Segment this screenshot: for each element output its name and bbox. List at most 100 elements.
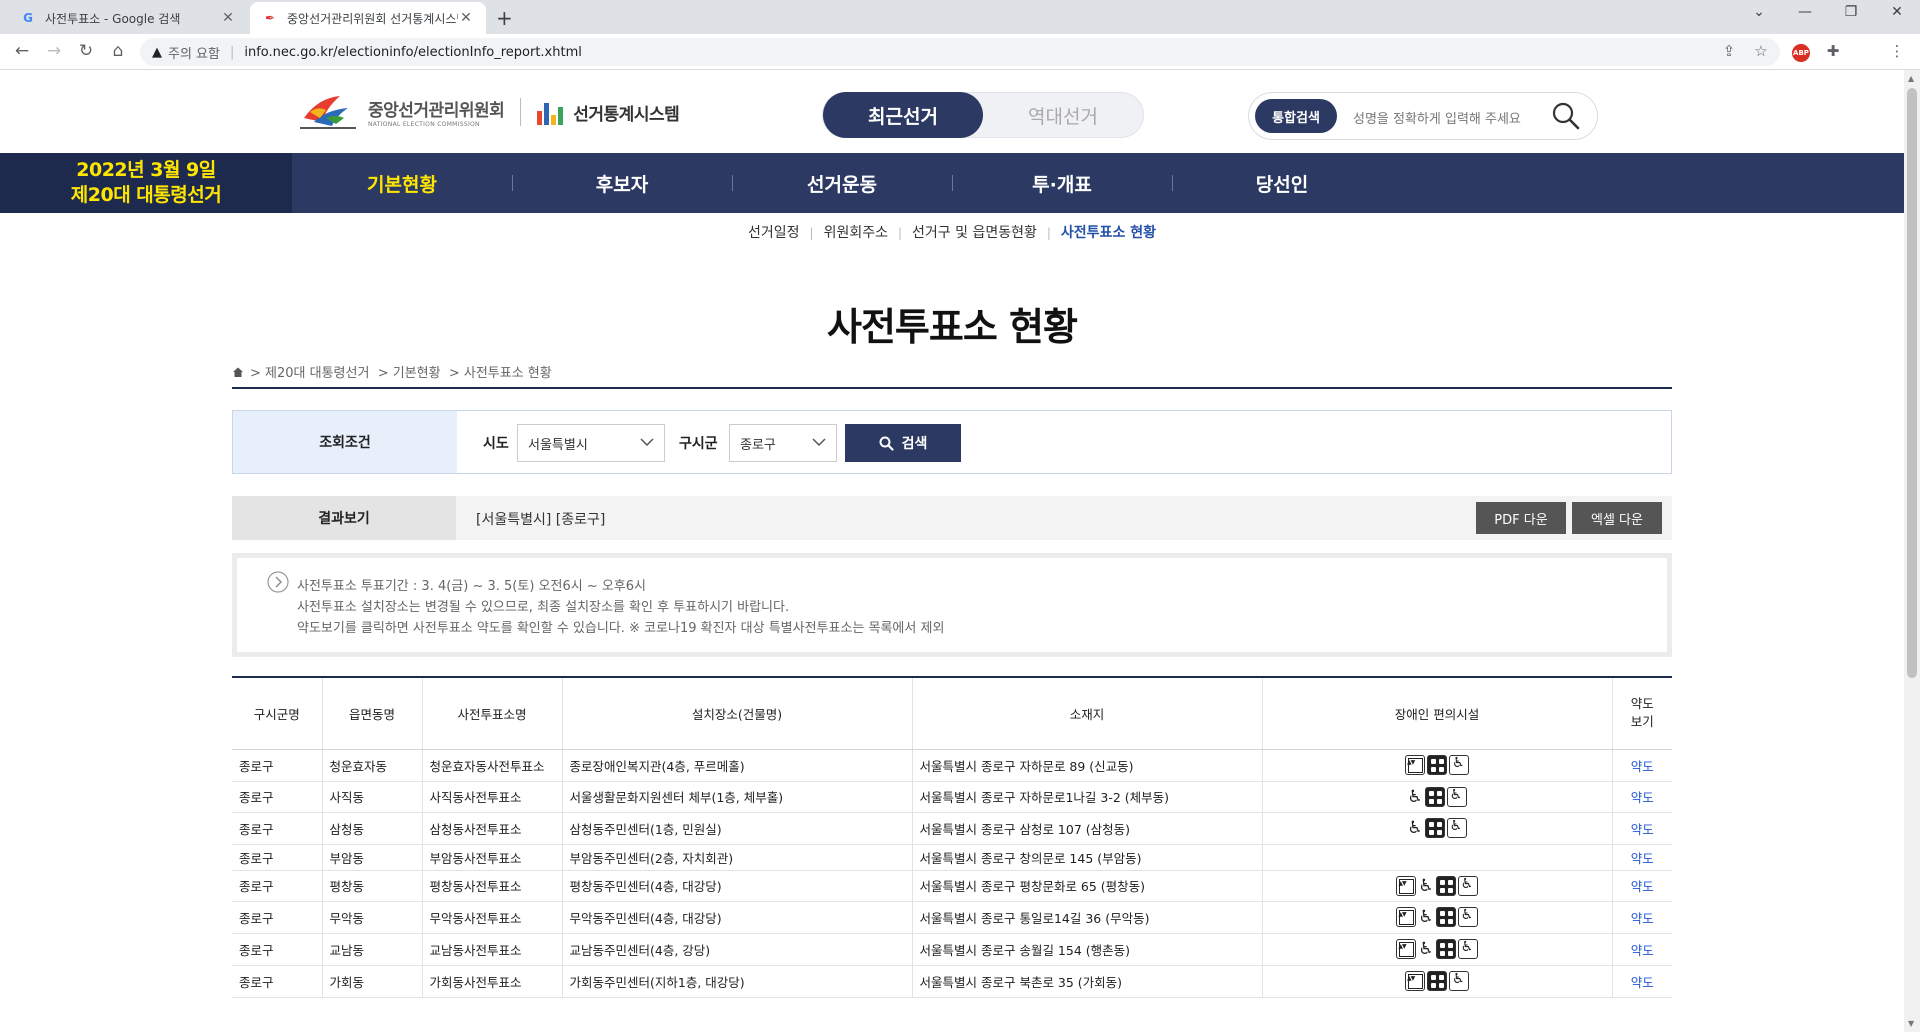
search-button[interactable]: 검색 [845,424,961,462]
early-voting-table: 구시군명 읍면동명 사전투표소명 설치장소(건물명) 소재지 장애인 편의시설 … [232,676,1672,998]
forward-icon[interactable]: → [42,41,66,61]
breadcrumb-item[interactable]: > 기본현황 [378,362,441,381]
map-link[interactable]: 약도 [1631,879,1654,894]
scroll-up-icon[interactable]: ▲ [1908,74,1914,83]
map-link[interactable]: 약도 [1631,851,1654,866]
cell-station-name: 평창동사전투표소 [422,870,563,902]
pdf-download-button[interactable]: PDF 다운 [1476,502,1566,534]
nav-item-voting-counting[interactable]: 투·개표 [952,153,1172,213]
cell-dong: 평창동 [322,870,423,902]
excel-download-button[interactable]: 엑셀 다운 [1572,502,1662,534]
back-icon[interactable]: ← [10,41,34,61]
map-link[interactable]: 약도 [1631,759,1654,774]
cell-station-name: 무악동사전투표소 [422,901,563,934]
nav-item-basic-status[interactable]: 기본현황 [292,153,512,213]
sido-select[interactable]: 서울특별시 [517,424,665,462]
new-tab-icon[interactable]: + [496,6,513,30]
share-icon[interactable]: ⇪ [1718,42,1740,60]
warning-icon: ▲ [152,44,162,60]
map-link[interactable]: 약도 [1631,943,1654,958]
cell-address: 서울특별시 종로구 평창문화로 65 (평창동) [912,870,1263,902]
nav-item-winners[interactable]: 당선인 [1172,153,1392,213]
wheelchair-icon [1457,907,1478,927]
election-date: 2022년 3월 9일 [76,159,216,181]
cell-dong: 무악동 [322,901,423,934]
search-button-label: 검색 [901,436,928,452]
table-row: 종로구 청운효자동 청운효자동사전투표소 종로장애인복지관(4층, 푸르메홀) 서울특별… [232,749,1672,782]
page-title: 사전투표소 현황 [827,305,1078,349]
vertical-scrollbar[interactable]: ▲ ▼ [1904,70,1920,1032]
adblock-plus-icon[interactable]: ABP [1792,44,1810,62]
wheelchair-access-icon: ♿ [1418,939,1434,959]
home-icon[interactable]: ⌂ [106,41,130,61]
cell-gusigun: 종로구 [232,965,323,998]
past-election-tab[interactable]: 역대선거 [983,93,1143,137]
global-search[interactable]: 통합검색 성명을 정확하게 입력해 주세요 [1248,92,1598,140]
cell-dong: 사직동 [322,781,423,813]
cell-station-name: 교남동사전투표소 [422,933,563,966]
nav-item-candidates[interactable]: 후보자 [512,153,732,213]
close-tab-icon[interactable]: ✕ [220,10,236,26]
cell-place: 서울생활문화지원센터 체부(1층, 체부홀) [562,781,913,813]
wheelchair-icon [1457,939,1478,959]
browser-tab-google[interactable]: G 사전투표소 - Google 검색 ✕ [8,2,248,34]
scrollbar-thumb[interactable] [1907,88,1917,678]
subnav-item-early-voting[interactable]: 사전투표소 현황 [1061,222,1156,242]
close-window-icon[interactable]: ✕ [1882,4,1912,20]
security-label[interactable]: 주의 요함 [168,43,220,62]
table-row: 종로구 교남동 교남동사전투표소 교남동주민센터(4층, 강당) 서울특별시 종로구 송… [232,933,1672,966]
cell-station-name: 청운효자동사전투표소 [422,749,563,782]
close-tab-icon[interactable]: ✕ [458,10,474,26]
table-row: 종로구 무악동 무악동사전투표소 무악동주민센터(4층, 대강당) 서울특별시 종로구 … [232,901,1672,934]
browser-tab-nec[interactable]: ✒ 중앙선거관리위원회 선거통계시스템 ✕ [250,2,486,34]
map-link[interactable]: 약도 [1631,975,1654,990]
subnav-item-schedule[interactable]: 선거일정 [748,222,800,242]
cell-gusigun: 종로구 [232,844,323,871]
result-bar: 결과보기 [서울특별시] [종로구] PDF 다운 엑셀 다운 [232,496,1672,540]
gusigun-select[interactable]: 종로구 [729,424,837,462]
menu-kebab-icon[interactable]: ⋮ [1886,42,1908,60]
result-bar-header: 결과보기 [232,496,456,540]
elevator-icon [1396,907,1417,927]
cell-address: 서울특별시 종로구 송월길 154 (행촌동) [912,933,1263,966]
sido-label: 시도 [483,436,509,452]
breadcrumb-item[interactable]: > 제20대 대통령선거 [250,362,369,381]
scroll-down-icon[interactable]: ▼ [1908,1019,1914,1028]
recent-election-tab[interactable]: 최근선거 [823,92,983,138]
breadcrumb-item[interactable]: > 사전투표소 현황 [449,362,552,381]
search-icon[interactable] [1551,101,1581,131]
tab-title: 중앙선거관리위원회 선거통계시스템 [287,11,458,26]
column-header: 설치장소(건물명) [562,676,913,750]
table-row: 종로구 가회동 가회동사전투표소 가회동주민센터(지하1층, 대강당) 서울특별시 종로… [232,965,1672,998]
cell-place: 평창동주민센터(4층, 대강당) [562,870,913,902]
reload-icon[interactable]: ↻ [74,41,98,61]
map-link[interactable]: 약도 [1631,790,1654,805]
election-period-toggle: 최근선거 역대선거 [822,92,1144,138]
restore-icon[interactable]: ❐ [1836,4,1866,20]
tab-search-chevron-icon[interactable]: ⌄ [1744,4,1774,20]
statistics-bars-icon [537,99,567,125]
global-search-input[interactable]: 성명을 정확하게 입력해 주세요 [1353,108,1521,127]
site-logo[interactable]: 중앙선거관리위원회 NATIONAL ELECTION COMMISSION 선… [296,88,680,136]
bookmark-star-icon[interactable]: ☆ [1750,42,1772,60]
subnav-item-districts[interactable]: 선거구 및 읍면동현황 [912,222,1037,242]
minimize-icon[interactable]: — [1790,4,1820,20]
subnav-item-committee-address[interactable]: 위원회주소 [824,222,888,242]
url-field[interactable]: ▲ 주의 요함 | info.nec.go.kr/electioninfo/el… [140,38,1780,66]
divider: | [898,226,903,240]
cell-map: 약도 [1612,812,1672,845]
chevron-down-icon [812,438,826,447]
cell-dong: 가회동 [322,965,423,998]
search-icon [879,436,894,451]
cell-station-name: 부암동사전투표소 [422,844,563,871]
table-header-row: 구시군명 읍면동명 사전투표소명 설치장소(건물명) 소재지 장애인 편의시설 … [232,676,1672,750]
cell-gusigun: 종로구 [232,870,323,902]
cell-accessibility: ♿ [1262,901,1613,934]
url-text[interactable]: info.nec.go.kr/electioninfo/electionInfo… [244,45,582,60]
home-icon[interactable] [232,366,244,378]
election-badge[interactable]: 2022년 3월 9일 제20대 대통령선거 [0,153,292,213]
map-link[interactable]: 약도 [1631,911,1654,926]
nav-item-campaign[interactable]: 선거운동 [732,153,952,213]
map-link[interactable]: 약도 [1631,822,1654,837]
extensions-puzzle-icon[interactable]: ✚ [1822,42,1844,60]
